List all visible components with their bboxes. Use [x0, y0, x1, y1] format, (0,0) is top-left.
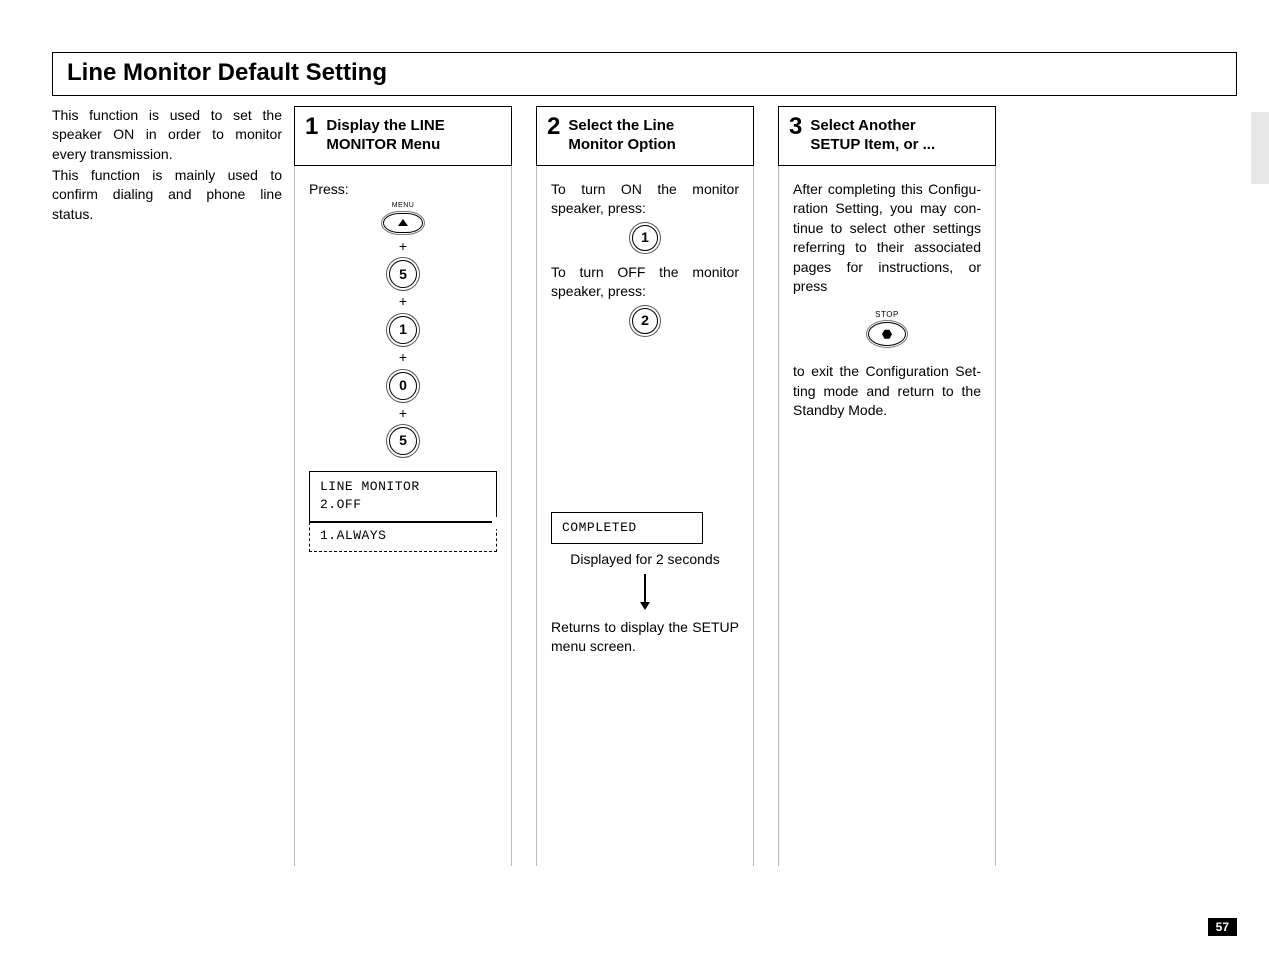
- returns-text: Returns to display the SETUP menu screen…: [551, 618, 739, 657]
- step-3-body: After completing this Configu­ration Set…: [778, 166, 996, 866]
- page: Line Monitor Default Setting This functi…: [0, 0, 1269, 954]
- lcd-line-1: LINE MONITOR: [320, 478, 486, 496]
- keypad-1-button[interactable]: 1: [632, 225, 658, 251]
- keypad-1-button[interactable]: 1: [389, 316, 417, 344]
- step-3: 3 Select Another SETUP Item, or ... Afte…: [778, 106, 996, 866]
- side-tab: [1251, 112, 1269, 184]
- plus-icon: +: [399, 292, 407, 312]
- menu-button[interactable]: MENU: [383, 201, 423, 233]
- step-title-line1: Select the Line: [568, 117, 674, 134]
- step-2-header: 2 Select the Line Monitor Option: [536, 106, 754, 166]
- menu-button-shape: [383, 213, 423, 233]
- arrow-down-icon: [551, 574, 739, 610]
- press-label: Press:: [309, 180, 497, 200]
- step-number: 3: [789, 115, 802, 139]
- plus-icon: +: [399, 404, 407, 424]
- key-on-row: 1: [551, 225, 739, 251]
- step-title-line2: SETUP Item, or ...: [810, 136, 935, 153]
- spacer: [551, 346, 739, 496]
- step-number: 1: [305, 115, 318, 139]
- key-off-row: 2: [551, 308, 739, 334]
- step-2-body: To turn ON the monitor speaker, press: 1…: [536, 166, 754, 866]
- lcd-line-2: 2.OFF: [320, 496, 486, 514]
- turn-off-text: To turn OFF the monitor speaker, press:: [551, 263, 739, 302]
- step-title-line2: MONITOR Menu: [326, 136, 440, 153]
- lcd-line-3: 1.ALWAYS: [320, 527, 486, 545]
- step-title: Display the LINE MONITOR Menu: [326, 115, 444, 155]
- step-1-body: Press: MENU + 5 + 1 + 0: [294, 166, 512, 866]
- displayed-2s-caption: Displayed for 2 seconds: [551, 550, 739, 570]
- step-3-header: 3 Select Another SETUP Item, or ...: [778, 106, 996, 166]
- lcd-display-alt: 1.ALWAYS: [309, 522, 497, 552]
- intro-text: This function is used to set the speaker…: [52, 106, 290, 226]
- plus-icon: +: [399, 237, 407, 257]
- step3-para1: After completing this Configu­ration Set…: [793, 180, 981, 298]
- keypad-5-button[interactable]: 5: [389, 427, 417, 455]
- step-title: Select Another SETUP Item, or ...: [810, 115, 935, 155]
- page-number: 57: [1208, 918, 1237, 936]
- step-1-header: 1 Display the LINE MONITOR Menu: [294, 106, 512, 166]
- steps-row: 1 Display the LINE MONITOR Menu Press: M…: [294, 106, 996, 866]
- lcd-display: LINE MONITOR 2.OFF: [309, 471, 497, 521]
- content-row: This function is used to set the speaker…: [52, 106, 1237, 866]
- keypad-0-button[interactable]: 0: [389, 372, 417, 400]
- keypad-5-button[interactable]: 5: [389, 260, 417, 288]
- keypad-2-button[interactable]: 2: [632, 308, 658, 334]
- stop-hex-icon: [882, 329, 892, 339]
- plus-icon: +: [399, 348, 407, 368]
- stop-button-shape: [868, 322, 906, 346]
- stop-button-label: STOP: [875, 309, 899, 320]
- turn-on-text: To turn ON the monitor speaker, press:: [551, 180, 739, 219]
- step-title-line1: Select Another: [810, 117, 915, 134]
- intro-p1: This function is used to set the speaker…: [52, 106, 282, 164]
- intro-p2: This function is mainly used to confirm …: [52, 166, 282, 224]
- arrow-up-icon: [398, 219, 408, 226]
- step-number: 2: [547, 115, 560, 139]
- step-1: 1 Display the LINE MONITOR Menu Press: M…: [294, 106, 512, 866]
- key-sequence: MENU + 5 + 1 + 0 + 5: [309, 201, 497, 455]
- step-title: Select the Line Monitor Option: [568, 115, 675, 155]
- step-title-line2: Monitor Option: [568, 136, 675, 153]
- step3-para2: to exit the Configuration Set­ting mode …: [793, 362, 981, 421]
- step-2: 2 Select the Line Monitor Option To turn…: [536, 106, 754, 866]
- stop-button[interactable]: STOP: [793, 309, 981, 346]
- menu-button-label: MENU: [392, 201, 415, 211]
- page-title: Line Monitor Default Setting: [52, 52, 1237, 96]
- lcd-completed: COMPLETED: [551, 512, 703, 544]
- step-title-line1: Display the LINE: [326, 117, 444, 134]
